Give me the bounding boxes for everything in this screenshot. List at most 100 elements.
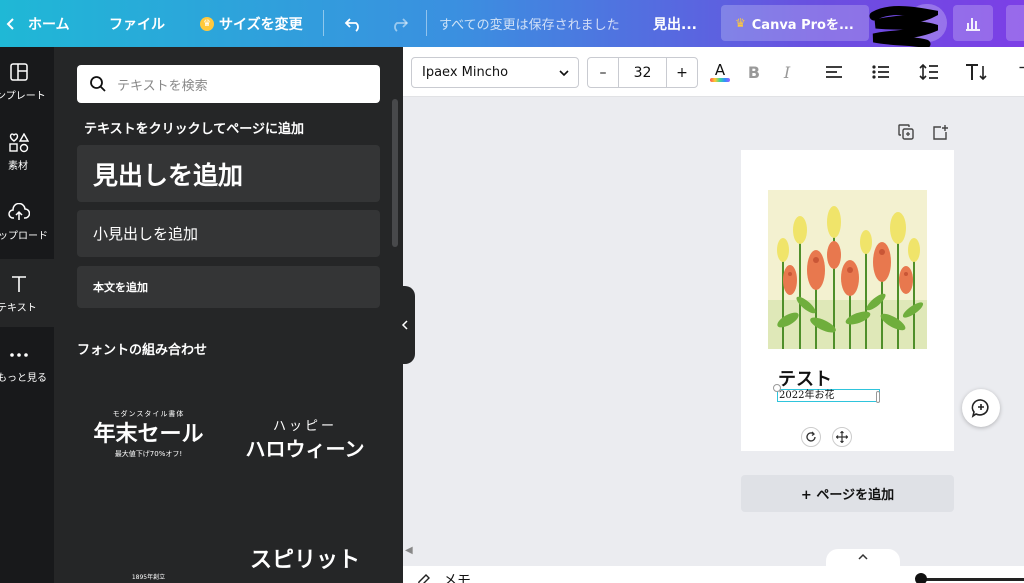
scroll-left-arrow-icon[interactable]: ◀ <box>405 545 413 556</box>
combo-main-text: ハロウィーン <box>245 437 365 461</box>
top-bar: ホーム ファイル ♛ サイズを変更 すべての変更は保存されました 見出... ♛… <box>0 0 1024 49</box>
add-heading-button[interactable]: 見出しを追加 <box>77 145 380 202</box>
panel-scrollbar[interactable] <box>392 99 398 247</box>
rail-item-elements[interactable]: 素材 <box>0 117 54 185</box>
font-combo-since[interactable]: 1895年創立 <box>86 572 211 581</box>
text-color-glyph: A <box>714 61 726 79</box>
file-menu-button[interactable]: ファイル <box>109 0 165 47</box>
rotate-button[interactable] <box>801 427 821 447</box>
rail-label: アップロード <box>0 231 48 242</box>
chevron-up-icon <box>858 553 868 560</box>
resize-label: サイズを変更 <box>219 16 303 33</box>
canva-editor: ホーム ファイル ♛ サイズを変更 すべての変更は保存されました 見出... ♛… <box>0 0 1024 583</box>
text-toolbar: Ipaex Mincho – 32 + A B I <box>403 47 1024 97</box>
selection-handle[interactable] <box>876 391 880 403</box>
title-text[interactable]: テスト <box>778 365 832 391</box>
combo-main-text: スピリット <box>249 548 360 573</box>
add-subheading-button[interactable]: 小見出しを追加 <box>77 210 380 257</box>
comment-button[interactable] <box>962 389 1000 427</box>
chevron-down-icon <box>559 70 569 77</box>
bar-chart-icon <box>966 18 980 31</box>
font-combo-halloween[interactable]: ハッピー ハロウィーン <box>240 415 370 464</box>
italic-button[interactable]: I <box>778 61 796 83</box>
crown-icon: ♛ <box>735 16 746 30</box>
canva-pro-button[interactable]: ♛ Canva Proを... <box>721 5 869 41</box>
font-size-stepper: – 32 + <box>587 57 698 88</box>
font-size-increase-button[interactable]: + <box>666 58 697 87</box>
insights-button[interactable] <box>953 5 993 41</box>
more-button[interactable] <box>1006 5 1024 41</box>
home-button[interactable]: ホーム <box>28 0 70 47</box>
font-size-decrease-button[interactable]: – <box>588 58 619 87</box>
align-left-icon[interactable] <box>823 61 845 83</box>
font-combo-year-end-sale[interactable]: モダンスタイル書体 年末セール 最大値下げ70%オフ! <box>86 409 211 459</box>
move-icon <box>836 431 848 443</box>
rail-label: 素材 <box>8 161 28 172</box>
rail-item-uploads[interactable]: アップロード <box>0 187 54 255</box>
redaction-scribble <box>869 6 938 49</box>
zoom-slider-knob[interactable] <box>915 573 927 583</box>
shapes-icon <box>0 133 38 153</box>
template-icon <box>0 63 38 83</box>
text-effects-icon[interactable] <box>964 61 988 83</box>
combo-top-text: モダンスタイル書体 <box>112 410 185 418</box>
text-t-icon <box>0 275 38 295</box>
subtitle-text-selected[interactable]: 2022年お花 <box>777 389 880 402</box>
rail-item-templates[interactable]: テンプレート <box>0 47 54 115</box>
flower-photo[interactable] <box>768 190 927 349</box>
add-body-button[interactable]: 本文を追加 <box>77 266 380 308</box>
font-name: Ipaex Mincho <box>422 65 509 80</box>
document-title[interactable]: 見出... <box>653 0 697 47</box>
more-toolbar-icon[interactable] <box>1015 61 1024 83</box>
redo-icon[interactable] <box>389 0 409 47</box>
rail-label: テンプレート <box>0 91 46 102</box>
rotate-icon <box>806 431 816 442</box>
text-search-input[interactable]: テキストを検索 <box>77 65 380 103</box>
crown-icon: ♛ <box>200 16 214 31</box>
save-status: すべての変更は保存されました <box>439 18 620 33</box>
left-rail: テンプレート 素材 アップロード テキスト もっと見る <box>0 47 54 583</box>
divider <box>426 10 427 36</box>
rail-label: テキスト <box>0 303 37 314</box>
selection-handle[interactable] <box>773 384 781 392</box>
divider <box>323 10 324 36</box>
rail-item-more[interactable]: もっと見る <box>0 329 54 397</box>
undo-icon[interactable] <box>344 0 364 47</box>
font-family-select[interactable]: Ipaex Mincho <box>411 57 579 88</box>
text-panel: テキストを検索 テキストをクリックしてページに追加 見出しを追加 小見出しを追加… <box>54 47 403 583</box>
more-dots-icon <box>0 345 38 365</box>
resize-button[interactable]: ♛ サイズを変更 <box>200 0 303 47</box>
color-rainbow-bar <box>710 78 730 82</box>
add-page-button[interactable]: + ページを追加 <box>741 475 954 512</box>
comment-add-icon <box>971 399 989 418</box>
collapse-panel-button[interactable] <box>395 286 415 364</box>
notes-button[interactable]: メモ <box>417 570 471 583</box>
pencil-lines-icon <box>418 574 430 583</box>
rail-label: もっと見る <box>0 373 47 384</box>
add-page-icon[interactable] <box>930 122 950 142</box>
design-page[interactable]: テスト 2022年お花 <box>741 150 954 451</box>
bold-button[interactable]: B <box>745 61 763 83</box>
notes-label: メモ <box>443 573 471 583</box>
text-color-button[interactable]: A <box>709 61 731 83</box>
line-spacing-icon[interactable] <box>918 61 940 83</box>
font-combos-title: フォントの組み合わせ <box>77 343 208 358</box>
move-button[interactable] <box>832 427 852 447</box>
cloud-upload-icon <box>0 203 38 223</box>
search-icon <box>90 76 106 92</box>
font-size-input[interactable]: 32 <box>619 58 666 87</box>
zoom-slider-track[interactable] <box>919 578 1024 581</box>
click-hint-label: テキストをクリックしてページに追加 <box>84 122 304 137</box>
combo-top-text: ハッピー <box>272 419 337 434</box>
rail-item-text[interactable]: テキスト <box>0 259 54 327</box>
font-combo-spirit[interactable]: スピリット <box>240 545 370 577</box>
combo-top-text: 1895年創立 <box>131 574 166 581</box>
chevron-left-icon <box>401 320 408 330</box>
duplicate-page-icon[interactable] <box>896 122 916 142</box>
bullet-list-icon[interactable] <box>870 61 892 83</box>
back-chevron-icon[interactable] <box>6 0 16 47</box>
combo-main-text: 年末セール <box>93 421 204 447</box>
canva-pro-label: Canva Proを... <box>751 17 854 33</box>
bottom-bar: メモ <box>403 566 1024 583</box>
combo-bottom-text: 最大値下げ70%オフ! <box>114 450 183 458</box>
